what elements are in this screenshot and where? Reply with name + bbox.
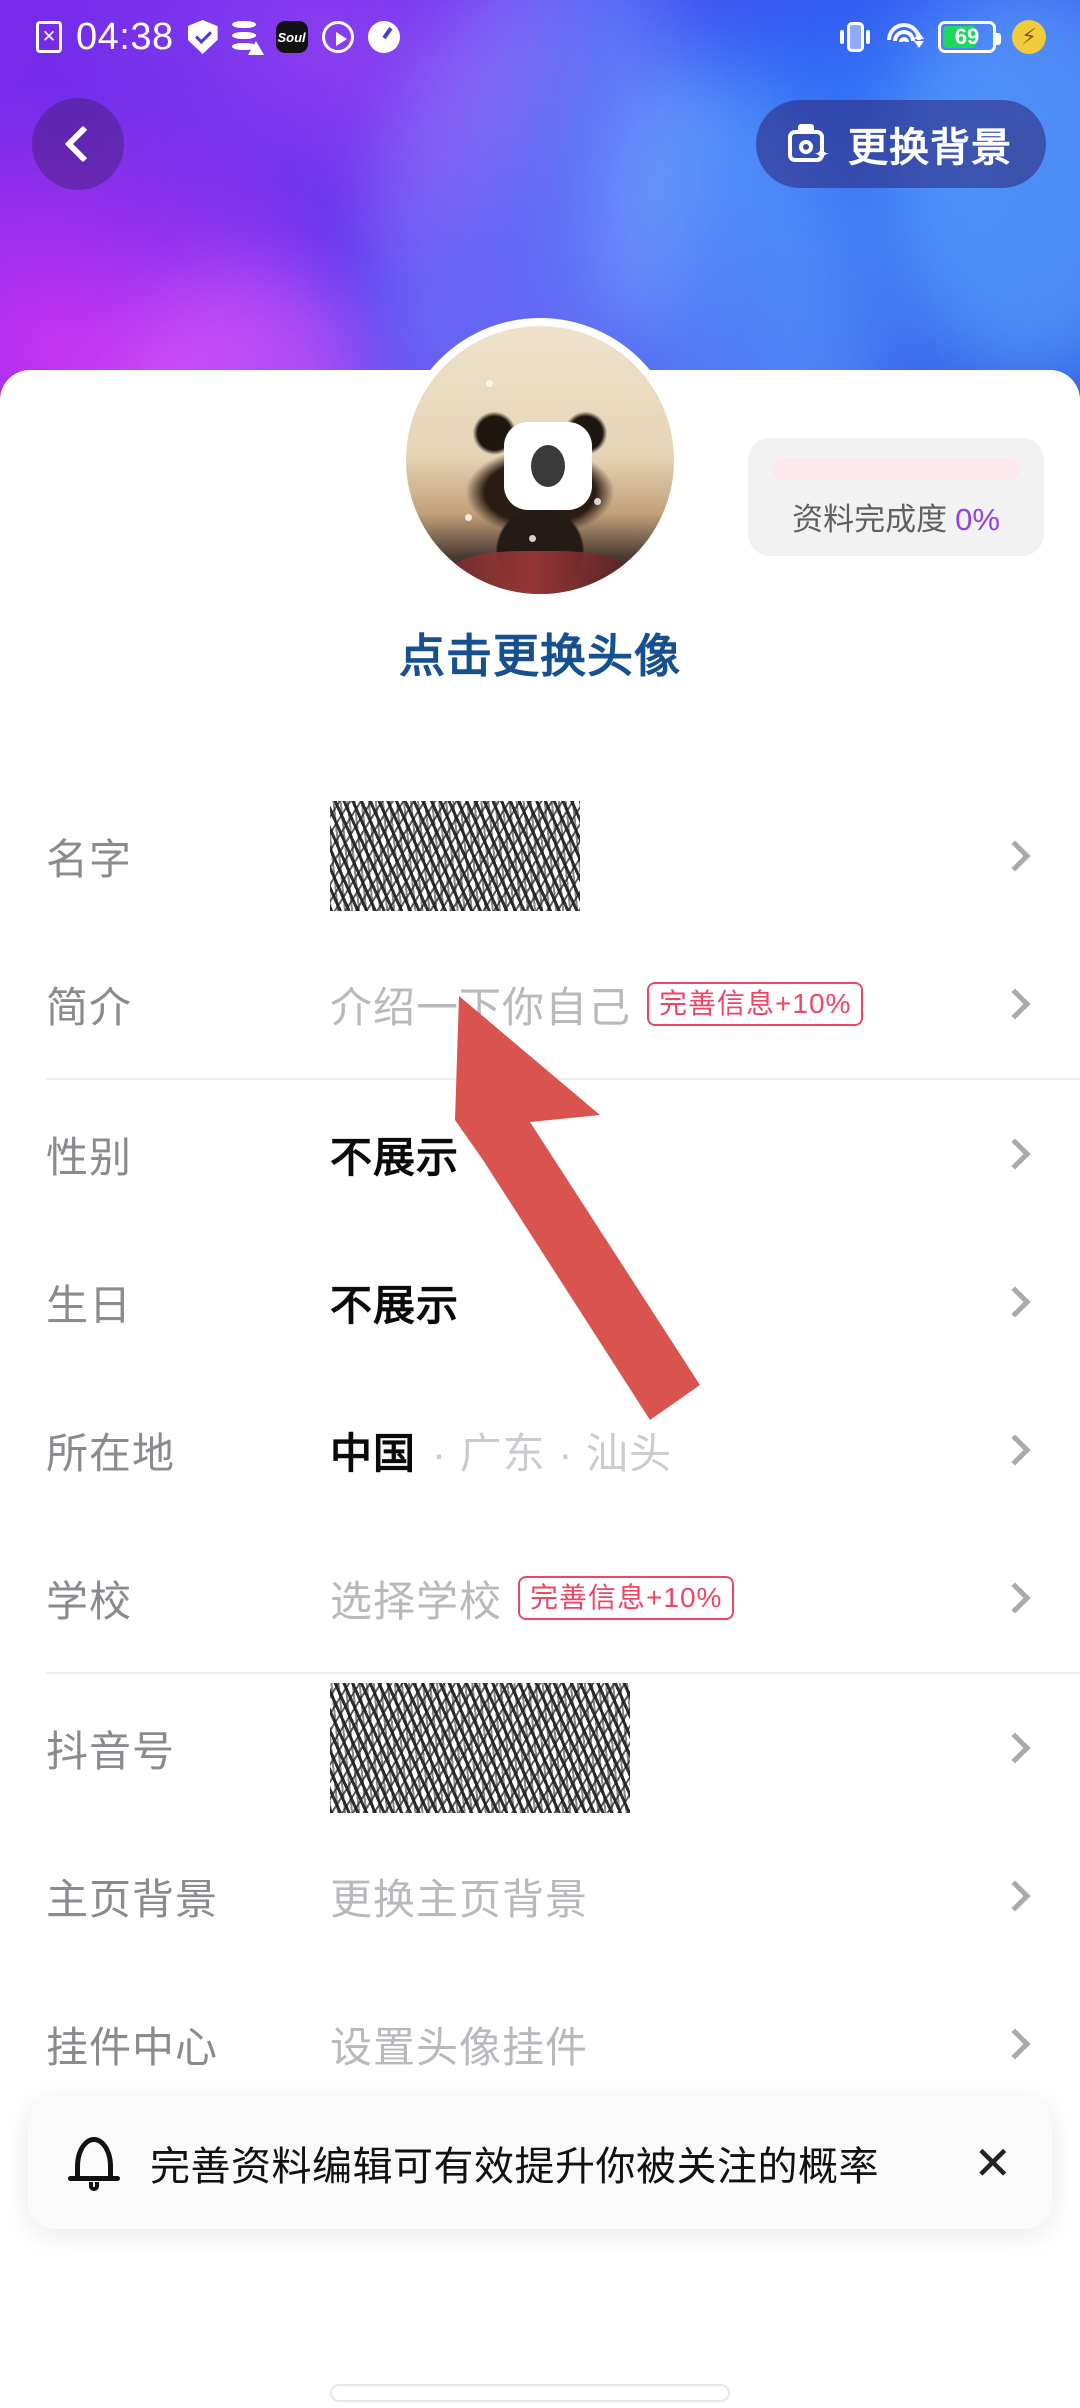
profile-completeness-progressbar — [772, 458, 1020, 480]
chevron-right-icon — [999, 1286, 1031, 1318]
status-bar-clock: 04:38 — [76, 16, 174, 58]
chevron-right-icon — [999, 840, 1031, 872]
profile-field-row[interactable]: 性别 不展示 — [0, 1080, 1080, 1228]
chevron-right-icon — [999, 1732, 1031, 1764]
back-button[interactable] — [32, 98, 124, 190]
profile-field-row[interactable]: 学校 选择学校 完善信息+10% — [0, 1524, 1080, 1672]
profile-completeness-card[interactable]: 资料完成度 0% — [748, 438, 1044, 556]
camera-icon[interactable] — [504, 422, 592, 510]
profile-field-row[interactable]: 名字 — [0, 782, 1080, 930]
chevron-right-icon — [999, 1434, 1031, 1466]
profile-field-row[interactable]: 所在地 中国 · 广东 · 汕头 — [0, 1376, 1080, 1524]
field-value: 介绍一下你自己 完善信息+10% — [330, 974, 864, 1035]
status-bar-right: 69 ⚡ — [840, 20, 1080, 54]
shield-check-icon — [187, 20, 218, 54]
play-circle-icon — [321, 21, 354, 53]
status-bar: ✕ 04:38 Soul 69 ⚡ — [0, 0, 1080, 74]
field-label: 所在地 — [46, 1429, 176, 1477]
field-value: 不展示 — [330, 1272, 459, 1333]
field-label: 简介 — [46, 983, 133, 1031]
field-label: 名字 — [46, 835, 133, 883]
field-value — [330, 1683, 630, 1813]
bell-icon — [68, 2133, 120, 2193]
vibrate-icon — [840, 20, 870, 54]
field-label: 挂件中心 — [46, 2023, 219, 2071]
field-value: 设置头像挂件 — [330, 2014, 588, 2075]
status-bar-left: ✕ 04:38 Soul — [0, 18, 400, 56]
database-warning-icon — [231, 21, 264, 55]
field-value-text: 不展示 — [330, 1133, 460, 1181]
profile-field-row[interactable]: 挂件中心 设置头像挂件 — [0, 1970, 1080, 2118]
soul-app-icon: Soul — [275, 21, 308, 53]
chevron-right-icon — [999, 1138, 1031, 1170]
field-value-text: 中国 — [330, 1429, 417, 1477]
close-icon[interactable]: ✕ — [953, 2140, 1012, 2186]
field-value-subtext: · 广东 · 汕头 — [432, 1429, 672, 1477]
chevron-right-icon — [999, 2028, 1031, 2060]
sim-card-x-icon: ✕ — [36, 21, 62, 53]
profile-field-row[interactable]: 主页背景 更换主页背景 — [0, 1822, 1080, 1970]
wifi-icon — [886, 23, 924, 51]
profile-tip-toast[interactable]: 完善资料编辑可有效提升你被关注的概率 ✕ — [28, 2097, 1052, 2229]
battery-percent-label: 69 — [954, 24, 980, 49]
field-label: 生日 — [46, 1281, 133, 1329]
field-label: 性别 — [46, 1133, 133, 1181]
battery-icon: 69 — [938, 21, 1001, 53]
field-value-text: 选择学校 — [330, 1577, 503, 1625]
toast-message: 完善资料编辑可有效提升你被关注的概率 — [150, 2145, 879, 2189]
profile-completeness-value: 0% — [955, 502, 1000, 537]
field-value-text: 设置头像挂件 — [330, 2023, 589, 2071]
avatar[interactable] — [398, 318, 682, 602]
fast-charge-icon: ⚡ — [1012, 20, 1046, 54]
field-value — [330, 801, 580, 911]
chevron-right-icon — [999, 988, 1031, 1020]
field-value-text: 不展示 — [330, 1281, 460, 1329]
avatar-scarf — [454, 551, 626, 594]
profile-completeness-label: 资料完成度 — [792, 502, 948, 537]
complete-info-badge: 完善信息+10% — [647, 981, 864, 1027]
chevron-right-icon — [999, 1880, 1031, 1912]
chevron-right-icon — [999, 1582, 1031, 1614]
field-value: 中国 · 广东 · 汕头 — [330, 1420, 672, 1481]
field-value: 更换主页背景 — [330, 1866, 588, 1927]
field-value-text: 更换主页背景 — [330, 1875, 589, 1923]
field-value: 选择学校 完善信息+10% — [330, 1568, 735, 1629]
field-label: 主页背景 — [46, 1875, 219, 1923]
change-background-label: 更换背景 — [848, 126, 1012, 170]
field-value: 不展示 — [330, 1124, 459, 1185]
complete-info-badge: 完善信息+10% — [518, 1575, 735, 1621]
field-label: 抖音号 — [46, 1727, 176, 1775]
profile-field-list: 名字 简介 介绍一下你自己 完善信息+10% 性别 不展示 生日 不展示 所在地 中国 · 广东 ·… — [0, 782, 1080, 2266]
field-value-text: 介绍一下你自己 — [330, 983, 632, 1031]
compass-icon — [367, 21, 400, 53]
camera-lens — [531, 445, 565, 487]
profile-field-row[interactable]: 简介 介绍一下你自己 完善信息+10% — [0, 930, 1080, 1078]
redacted-value — [330, 801, 580, 911]
change-avatar-label[interactable]: 点击更换头像 — [0, 620, 1080, 686]
chevron-left-icon — [64, 125, 101, 163]
profile-field-row[interactable]: 抖音号 — [0, 1674, 1080, 1822]
bottom-drag-indicator — [330, 2384, 730, 2402]
camera-plus-icon: ✦ — [784, 124, 830, 165]
profile-completeness-row: 资料完成度 0% — [772, 494, 1020, 539]
avatar-container[interactable] — [398, 318, 682, 602]
redacted-value — [330, 1683, 630, 1813]
profile-field-row[interactable]: 生日 不展示 — [0, 1228, 1080, 1376]
change-background-button[interactable]: ✦ 更换背景 — [756, 100, 1046, 188]
field-label: 学校 — [46, 1577, 133, 1625]
